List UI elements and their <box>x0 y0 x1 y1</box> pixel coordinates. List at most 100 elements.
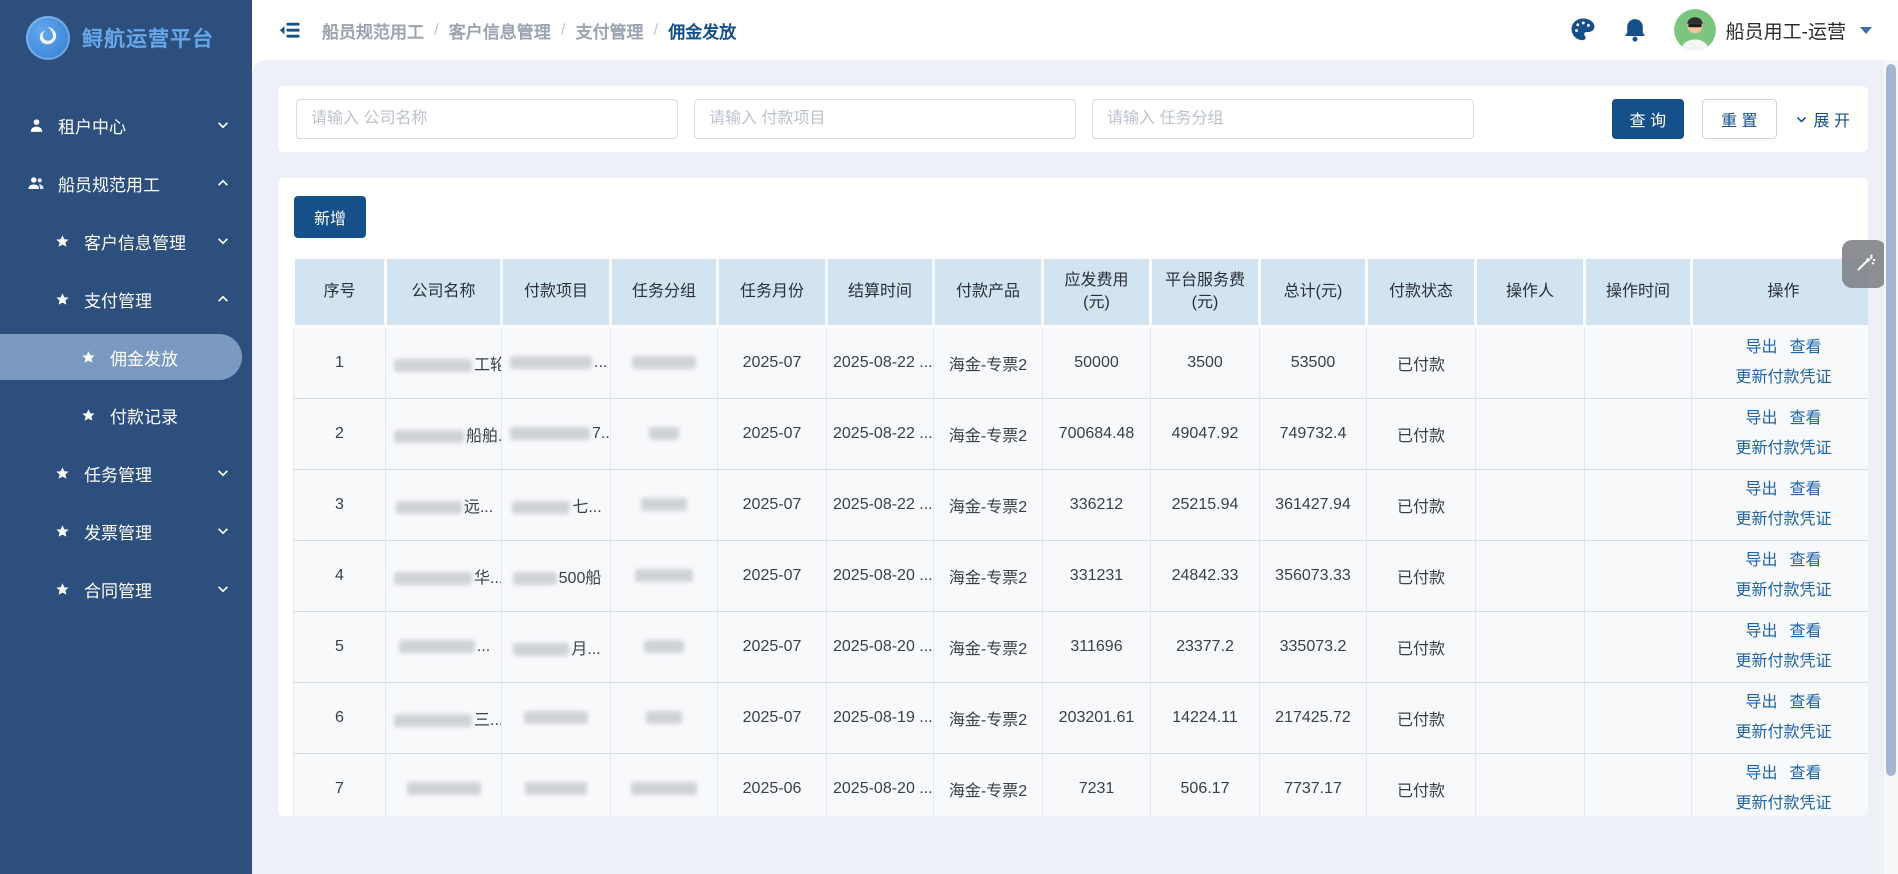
sidebar-item-支付管理[interactable]: 支付管理 <box>0 276 252 322</box>
reset-button[interactable]: 重 置 <box>1702 99 1776 139</box>
cell-payable: 50000 <box>1043 327 1151 399</box>
sidebar-menu: 租户中心船员规范用工客户信息管理支付管理佣金发放付款记录任务管理发票管理合同管理 <box>0 102 252 612</box>
cell-task-group <box>611 754 718 817</box>
sidebar-item-客户信息管理[interactable]: 客户信息管理 <box>0 218 252 264</box>
cell-op-time <box>1585 399 1692 470</box>
star-icon <box>78 408 98 423</box>
column-header: 平台服务费 (元) <box>1151 258 1260 327</box>
company-filter-input[interactable] <box>296 99 678 139</box>
update-voucher-link[interactable]: 更新付款凭证 <box>1735 724 1831 741</box>
update-voucher-link[interactable]: 更新付款凭证 <box>1735 369 1831 386</box>
breadcrumb-separator: / <box>561 20 566 40</box>
sidebar-item-船员规范用工[interactable]: 船员规范用工 <box>0 160 252 206</box>
view-link[interactable]: 查看 <box>1790 623 1822 640</box>
avatar[interactable] <box>1674 9 1716 51</box>
view-link[interactable]: 查看 <box>1790 481 1822 498</box>
redacted-text <box>510 356 592 369</box>
cell-payment-item: 月... <box>502 612 611 683</box>
cell-total: 217425.72 <box>1260 683 1367 754</box>
cell-product: 海金-专票2 <box>934 327 1043 399</box>
cell-settle-time: 2025-08-20 ... <box>827 754 934 817</box>
update-voucher-link[interactable]: 更新付款凭证 <box>1735 440 1831 457</box>
export-link[interactable]: 导出 <box>1745 410 1777 427</box>
cell-service-fee: 49047.92 <box>1151 399 1260 470</box>
payment-item-filter-input[interactable] <box>694 99 1076 139</box>
chevron-up-icon <box>216 292 230 306</box>
column-header: 操作人 <box>1476 258 1585 327</box>
column-header: 公司名称 <box>386 258 502 327</box>
export-link[interactable]: 导出 <box>1745 339 1777 356</box>
magic-wand-tab[interactable] <box>1842 240 1886 288</box>
scrollbar[interactable] <box>1884 60 1898 874</box>
caret-down-icon[interactable] <box>1860 27 1872 34</box>
export-link[interactable]: 导出 <box>1745 694 1777 711</box>
view-link[interactable]: 查看 <box>1790 694 1822 711</box>
table-row: 72025-062025-08-20 ...海金-专票27231506.1777… <box>294 754 1869 817</box>
cell-task-group <box>611 470 718 541</box>
expand-toggle[interactable]: 展 开 <box>1795 107 1850 131</box>
filter-actions: 查 询 重 置 展 开 <box>1612 99 1850 139</box>
sidebar-item-label: 合同管理 <box>84 577 216 602</box>
cell-product: 海金-专票2 <box>934 683 1043 754</box>
scrollbar-thumb[interactable] <box>1886 64 1896 776</box>
redacted-text <box>649 427 679 440</box>
sidebar-item-租户中心[interactable]: 租户中心 <box>0 102 252 148</box>
view-link[interactable]: 查看 <box>1790 410 1822 427</box>
cell-service-fee: 14224.11 <box>1151 683 1260 754</box>
sidebar-item-合同管理[interactable]: 合同管理 <box>0 566 252 612</box>
cell-settle-time: 2025-08-19 ... <box>827 683 934 754</box>
cell-company <box>386 754 502 817</box>
add-button[interactable]: 新增 <box>294 196 366 238</box>
view-link[interactable]: 查看 <box>1790 765 1822 782</box>
update-voucher-link[interactable]: 更新付款凭证 <box>1735 795 1831 812</box>
sidebar-item-label: 支付管理 <box>84 287 216 312</box>
cell-service-fee: 3500 <box>1151 327 1260 399</box>
cell-settle-time: 2025-08-22 ... <box>827 399 934 470</box>
task-group-filter-input[interactable] <box>1092 99 1474 139</box>
export-link[interactable]: 导出 <box>1745 623 1777 640</box>
cell-operator <box>1476 399 1585 470</box>
cell-op-time <box>1585 612 1692 683</box>
cell-task-month: 2025-06 <box>718 754 827 817</box>
palette-icon[interactable] <box>1570 17 1596 43</box>
redacted-text <box>399 640 475 653</box>
update-voucher-link[interactable]: 更新付款凭证 <box>1735 511 1831 528</box>
redacted-text <box>525 782 587 795</box>
star-icon <box>52 524 72 539</box>
sidebar-item-佣金发放[interactable]: 佣金发放 <box>0 334 242 380</box>
cell-company: 华... <box>386 541 502 612</box>
column-header: 付款产品 <box>934 258 1043 327</box>
sidebar-item-付款记录[interactable]: 付款记录 <box>0 392 252 438</box>
breadcrumb-item-船员规范用工[interactable]: 船员规范用工 <box>322 18 424 43</box>
bell-icon[interactable] <box>1622 17 1648 43</box>
breadcrumb-item-支付管理[interactable]: 支付管理 <box>575 18 643 43</box>
cell-actions: 导出查看更新付款凭证 <box>1692 754 1869 817</box>
filter-bar: 查 询 重 置 展 开 <box>278 86 1868 152</box>
sidebar-item-label: 租户中心 <box>58 113 216 138</box>
star-icon <box>78 350 98 365</box>
view-link[interactable]: 查看 <box>1790 339 1822 356</box>
column-header: 付款状态 <box>1367 258 1476 327</box>
cell-payable: 336212 <box>1043 470 1151 541</box>
chevron-down-icon <box>216 524 230 538</box>
menu-fold-icon[interactable] <box>278 18 302 42</box>
update-voucher-link[interactable]: 更新付款凭证 <box>1735 582 1831 599</box>
breadcrumb-item-客户信息管理[interactable]: 客户信息管理 <box>449 18 551 43</box>
cell-payment-item: 500船 <box>502 541 611 612</box>
export-link[interactable]: 导出 <box>1745 481 1777 498</box>
sidebar-item-任务管理[interactable]: 任务管理 <box>0 450 252 496</box>
table-header-row: 序号公司名称付款项目任务分组任务月份结算时间付款产品应发费用 (元)平台服务费 … <box>294 258 1869 327</box>
search-button[interactable]: 查 询 <box>1612 99 1684 139</box>
export-link[interactable]: 导出 <box>1745 552 1777 569</box>
export-link[interactable]: 导出 <box>1745 765 1777 782</box>
update-voucher-link[interactable]: 更新付款凭证 <box>1735 653 1831 670</box>
table-card: 新增 序号公司名称付款项目任务分组任务月份结算时间付款产品应发费用 (元)平台服… <box>278 178 1868 816</box>
sidebar-item-发票管理[interactable]: 发票管理 <box>0 508 252 554</box>
view-link[interactable]: 查看 <box>1790 552 1822 569</box>
redacted-text <box>632 356 696 369</box>
page-content: 查 询 重 置 展 开 新增 序号公 <box>252 60 1898 874</box>
redacted-text <box>394 714 472 727</box>
redacted-text <box>646 711 682 724</box>
user-menu[interactable]: 船员用工-运营 <box>1726 17 1846 44</box>
cell-index: 7 <box>294 754 386 817</box>
